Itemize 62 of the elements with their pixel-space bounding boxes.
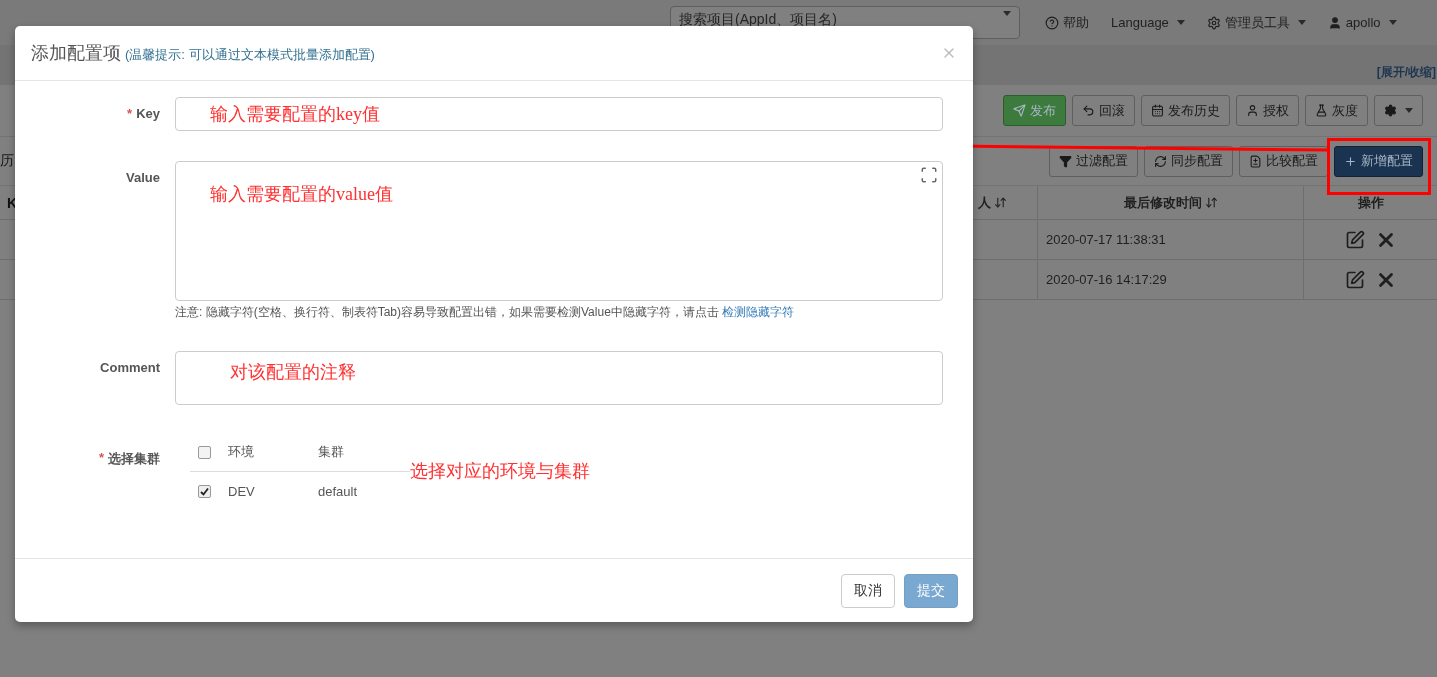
toolbar-button[interactable]: 发布历史 bbox=[1141, 95, 1230, 126]
help-icon bbox=[1045, 15, 1059, 30]
caret-icon bbox=[1297, 20, 1306, 25]
toolbar-button[interactable]: 发布 bbox=[1003, 95, 1066, 126]
caret-icon bbox=[1388, 20, 1397, 25]
undo-icon bbox=[1082, 104, 1095, 117]
text-area[interactable]: 对该配置的注释 bbox=[175, 351, 943, 405]
settings-icon bbox=[1384, 104, 1397, 117]
table-cell: default bbox=[318, 483, 358, 499]
nav-menu-item[interactable]: apollo bbox=[1316, 15, 1408, 30]
nav-menu-item[interactable]: Language bbox=[1100, 15, 1196, 30]
cancel-button[interactable]: 取消 bbox=[841, 573, 895, 608]
column-header[interactable]: 最后修改时间 bbox=[1038, 186, 1304, 220]
dialog-title: 添加配置项 (温馨提示: 可以通过文本模式批量添加配置) bbox=[31, 42, 375, 65]
nav-menu-item[interactable]: 帮助 bbox=[1034, 13, 1100, 32]
input-field[interactable]: 输入需要配置的key值 bbox=[175, 97, 943, 131]
send-icon bbox=[1013, 104, 1026, 117]
field-label: Key bbox=[136, 106, 160, 123]
table-cell: DEV bbox=[228, 483, 255, 499]
toolbar-button[interactable]: 授权 bbox=[1236, 95, 1299, 126]
field-label: 选择集群 bbox=[108, 450, 160, 468]
fullscreen-icon[interactable] bbox=[920, 166, 938, 184]
edit-icon[interactable] bbox=[1344, 229, 1365, 250]
file-icon bbox=[1249, 154, 1262, 168]
caret-icon bbox=[1405, 108, 1413, 113]
checkbox[interactable] bbox=[198, 445, 211, 459]
caret-icon bbox=[1003, 11, 1011, 16]
required-mark: * bbox=[98, 450, 104, 467]
caret-icon bbox=[1176, 20, 1185, 25]
calendar-icon bbox=[1151, 104, 1164, 117]
field-label: Comment bbox=[100, 360, 160, 377]
flask-icon bbox=[1315, 104, 1328, 117]
field-label: Value bbox=[126, 170, 160, 187]
toolbar-button[interactable]: 新增配置 bbox=[1334, 145, 1423, 177]
tab-label-fragment: 历 bbox=[0, 152, 14, 170]
nav-menu-item[interactable]: 管理员工具 bbox=[1195, 13, 1317, 32]
hint-text: 注意: 隐藏字符(空格、换行符、制表符Tab)容易导致配置出错，如果需要检测Value中隐藏字符，请点击 检测隐藏字符 bbox=[175, 304, 796, 321]
expand-collapse-link[interactable]: [展开/收缩] bbox=[1376, 64, 1436, 81]
sort-icon bbox=[1204, 196, 1218, 209]
user-icon bbox=[1246, 104, 1259, 117]
required-mark: * bbox=[127, 106, 133, 123]
text-area[interactable]: 输入需要配置的value值 bbox=[175, 161, 943, 301]
dialog-hint: (温馨提示: 可以通过文本模式批量添加配置) bbox=[125, 47, 375, 62]
column-header: 环境 bbox=[228, 443, 254, 461]
toolbar-button[interactable]: 回滚 bbox=[1072, 95, 1135, 126]
settings-dropdown-button[interactable] bbox=[1374, 95, 1423, 126]
filter-icon bbox=[1059, 154, 1072, 168]
toolbar-button[interactable]: 灰度 bbox=[1305, 95, 1368, 126]
detect-hidden-chars-link[interactable]: 检测隐藏字符 bbox=[722, 305, 795, 319]
table-cell: 2020-07-17 11:38:31 bbox=[1038, 220, 1304, 260]
checkbox[interactable] bbox=[198, 484, 211, 498]
toolbar-button[interactable]: 比较配置 bbox=[1239, 145, 1328, 177]
column-header: 集群 bbox=[318, 443, 344, 461]
refresh-icon bbox=[1154, 154, 1167, 168]
edit-icon[interactable] bbox=[1344, 269, 1365, 290]
user-icon bbox=[1327, 15, 1342, 30]
annotation-text: 选择对应的环境与集群 bbox=[410, 460, 590, 483]
settings-icon bbox=[1206, 15, 1221, 30]
sort-icon bbox=[994, 196, 1007, 209]
column-header: 操作 bbox=[1304, 186, 1437, 220]
plus-icon bbox=[1344, 154, 1357, 168]
table-cell: 2020-07-16 14:17:29 bbox=[1038, 260, 1304, 300]
